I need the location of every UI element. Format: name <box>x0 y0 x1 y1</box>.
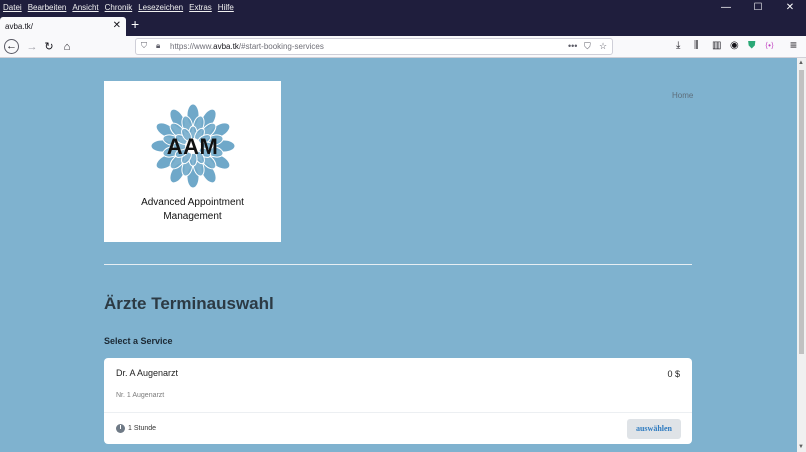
card-separator <box>104 412 692 413</box>
tab-title: avba.tk/ <box>5 22 34 31</box>
page-title: Ärzte Terminauswahl <box>104 294 274 313</box>
section-label: Select a Service <box>104 336 173 346</box>
home-link[interactable]: Home <box>672 91 693 100</box>
sidebar-icon[interactable]: ▥ <box>712 40 721 51</box>
menu-bearbeiten[interactable]: Bearbeiten <box>28 3 67 12</box>
reload-icon[interactable]: ↻ <box>41 39 57 55</box>
account-icon[interactable]: ◉ <box>730 40 739 51</box>
library-icon[interactable]: ⫼ <box>694 40 699 51</box>
new-tab-icon[interactable]: + <box>131 16 139 32</box>
home-icon[interactable]: ⌂ <box>59 39 75 55</box>
forward-icon[interactable]: → <box>24 39 40 55</box>
tab-active[interactable]: avba.tk/ ✕ <box>0 17 126 36</box>
menu-ansicht[interactable]: Ansicht <box>72 3 98 12</box>
logo-tagline-line1: Advanced Appointment <box>141 197 244 208</box>
window-controls: — ☐ ✕ <box>710 0 806 15</box>
shield-extension-icon[interactable]: ⛊ <box>748 40 756 51</box>
logo-letters: AAM <box>166 134 219 159</box>
back-icon[interactable]: ← <box>4 39 19 54</box>
menu-datei[interactable]: Datei <box>3 3 22 12</box>
maximize-icon[interactable]: ☐ <box>742 0 774 15</box>
hamburger-menu-icon[interactable]: ≡ <box>790 38 797 52</box>
service-description: Nr. 1 Augenarzt <box>116 392 165 399</box>
url-bar[interactable]: ⛉ 🔒︎ https://www.avba.tk/#start-booking-… <box>135 38 613 55</box>
scroll-down-icon[interactable]: ▼ <box>798 444 804 450</box>
service-card: Dr. A Augenarzt 0 $ Nr. 1 Augenarzt 1 St… <box>104 358 692 444</box>
menu-hilfe[interactable]: Hilfe <box>218 3 234 12</box>
url-text[interactable]: https://www.avba.tk/#start-booking-servi… <box>170 42 324 51</box>
menu-chronik[interactable]: Chronik <box>105 3 133 12</box>
lock-icon[interactable]: 🔒︎ <box>156 41 160 51</box>
minimize-icon[interactable]: — <box>710 0 742 15</box>
service-name: Dr. A Augenarzt <box>116 368 179 378</box>
scroll-up-icon[interactable]: ▲ <box>798 60 804 66</box>
title-bar: Datei Bearbeiten Ansicht Chronik Lesezei… <box>0 0 806 15</box>
clock-icon <box>116 424 125 433</box>
menu-lesezeichen[interactable]: Lesezeichen <box>138 3 183 12</box>
close-window-icon[interactable]: ✕ <box>774 0 806 15</box>
logo-tagline-line2: Management <box>163 211 222 222</box>
service-price: 0 $ <box>667 369 680 379</box>
tab-strip: avba.tk/ ✕ + <box>0 15 806 36</box>
scroll-thumb[interactable] <box>799 70 804 354</box>
tracking-shield-icon[interactable]: ⛉ <box>141 41 147 51</box>
bookmark-star-icon[interactable]: ☆ <box>599 41 607 52</box>
logo[interactable]: AAM Advanced Appointment Management <box>104 81 281 242</box>
page-actions-icon[interactable]: ••• <box>568 41 577 51</box>
service-duration: 1 Stunde <box>128 425 157 432</box>
page-scrollbar[interactable]: ▲ ▼ <box>797 58 806 452</box>
extension-icon[interactable]: ⟨•⟩ <box>765 41 774 50</box>
menu-extras[interactable]: Extras <box>189 3 212 12</box>
tab-close-icon[interactable]: ✕ <box>113 20 121 31</box>
pocket-icon[interactable]: ⛉ <box>584 41 591 52</box>
divider <box>104 264 692 265</box>
nav-bar: ← → ↻ ⌂ ⛉ 🔒︎ https://www.avba.tk/#start-… <box>0 36 806 58</box>
select-service-button[interactable]: auswählen <box>627 419 681 439</box>
downloads-icon[interactable]: ⤓ <box>676 40 680 51</box>
menu-bar: Datei Bearbeiten Ansicht Chronik Lesezei… <box>0 0 240 15</box>
